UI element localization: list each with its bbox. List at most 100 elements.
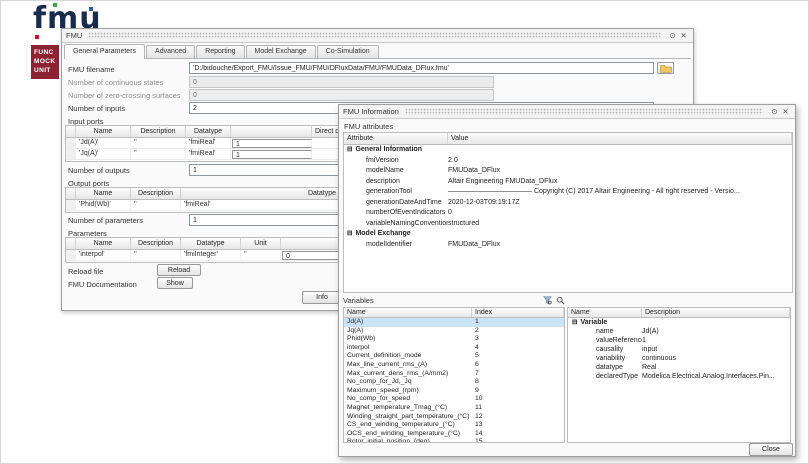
close-button[interactable]: Close [749, 443, 793, 456]
variable-name: Current_definition_mode [344, 352, 472, 361]
column-header: Datatype [181, 238, 241, 249]
num-inputs-label: Number of inputs [68, 104, 125, 113]
float-window-icon[interactable]: ⊙ [769, 106, 780, 118]
search-icon[interactable] [556, 296, 565, 305]
variable-row[interactable]: Magnet_temperature_Tmag_(°C) 11 [344, 404, 564, 413]
close-window-icon[interactable]: ✕ [678, 30, 689, 42]
reload-file-label: Reload file [68, 267, 103, 276]
detail-row[interactable]: datatype Real [568, 363, 790, 372]
variable-row[interactable]: Maximum_speed_(rpm) 9 [344, 387, 564, 396]
port-name: 'Phid(Wb)' [76, 200, 131, 210]
num-parameters-label: Number of parameters [68, 216, 143, 225]
variables-list: Name Index Jd(A) 1 Jq(A) 2 Phid(Wb) 3 in… [343, 307, 565, 443]
row-selector [66, 149, 76, 159]
attribute-row[interactable]: ⊟Model Exchange [344, 229, 792, 240]
expander-icon[interactable]: ⊟ [572, 319, 577, 326]
variable-name: Magnet_temperature_Tmag_(°C) [344, 404, 472, 413]
logo-block-line: FUNC [34, 48, 59, 57]
attribute-row[interactable]: modelName FMUData_DFlux [344, 166, 792, 177]
float-window-icon[interactable]: ⊙ [667, 30, 678, 42]
variable-index: 5 [472, 352, 564, 361]
variable-row[interactable]: Max_line_current_rms_(A) 6 [344, 361, 564, 370]
attribute-row[interactable]: ⊟General Information [344, 145, 792, 156]
variable-row[interactable]: Winding_straight_part_temperature_(°C) 1… [344, 413, 564, 422]
attribute-row[interactable]: modelIdentifier FMUData_DFlux [344, 240, 792, 251]
detail-value [642, 318, 790, 327]
tab[interactable]: Co-Simulation [317, 45, 379, 58]
variable-row[interactable]: Max_current_dens_rms_(A/mm2) 7 [344, 370, 564, 379]
variable-row[interactable]: Jd(A) 1 [344, 318, 564, 327]
attribute-row[interactable]: generationTool ———————————— Copyright (C… [344, 187, 792, 198]
attribute-name: modelIdentifier [366, 241, 412, 248]
variable-row[interactable]: Jq(A) 2 [344, 327, 564, 336]
info-button[interactable]: Info [302, 291, 342, 304]
tab-label: Co-Simulation [326, 48, 370, 55]
variable-row[interactable]: OCS_end_winding_temperature_(°C) 14 [344, 430, 564, 439]
port-name: 'Jq(A)' [76, 149, 131, 159]
column-header: Description [642, 308, 790, 317]
attribute-row[interactable]: variableNamingConvention structured [344, 219, 792, 230]
start-value-cell[interactable]: 1 [232, 150, 312, 159]
detail-name: datatype [596, 364, 623, 371]
detail-row[interactable]: name Jd(A) [568, 327, 790, 336]
row-selector [66, 200, 76, 210]
info-window-titlebar[interactable]: FMU Information ⊙ ✕ [339, 105, 795, 119]
attribute-name: description [366, 178, 400, 185]
expander-icon[interactable]: ⊟ [347, 230, 352, 237]
filter-search-icon[interactable] [543, 296, 552, 305]
tab[interactable]: Model Exchange [246, 45, 316, 58]
attribute-value: 2020-12-03T09:19:17Z [448, 198, 792, 209]
fmu-filename-input[interactable] [189, 62, 654, 74]
detail-row[interactable]: valueReference 1 [568, 336, 790, 345]
tab[interactable]: Advanced [146, 45, 195, 58]
logo-block-line: UNIT [34, 66, 59, 75]
detail-value: Jd(A) [642, 327, 790, 336]
column-header: Attribute [344, 133, 448, 144]
detail-name: declaredType [596, 373, 638, 380]
attribute-row[interactable]: fmiVersion 2.0 [344, 156, 792, 167]
browse-button[interactable] [657, 62, 674, 74]
variable-row[interactable]: CS_end_winding_temperature_(°C) 13 [344, 421, 564, 430]
attribute-row[interactable]: description Altair Engineering FMUData_D… [344, 177, 792, 188]
attribute-name: General Information [355, 146, 422, 153]
variable-name: interpol [344, 344, 472, 353]
detail-name: causality [596, 346, 623, 353]
detail-row[interactable]: causality input [568, 345, 790, 354]
variable-row[interactable]: interpol 4 [344, 344, 564, 353]
variable-name: Rotor_initial_position_(deg) [344, 438, 472, 443]
fmu-attributes-label: FMU attributes [344, 122, 393, 131]
show-button[interactable]: Show [157, 277, 193, 289]
tab[interactable]: Reporting [196, 45, 244, 58]
variable-row[interactable]: Current_definition_mode 5 [344, 352, 564, 361]
variable-index: 10 [472, 395, 564, 404]
port-description: '' [131, 149, 186, 159]
variables-label: Variables [343, 296, 374, 305]
attribute-value: 0 [448, 208, 792, 219]
expander-icon[interactable]: ⊟ [347, 146, 352, 153]
attribute-row[interactable]: generationDateAndTime 2020-12-03T09:19:1… [344, 198, 792, 209]
tab-label: Advanced [155, 48, 186, 55]
detail-row[interactable]: declaredType Modelica.Electrical.Analog.… [568, 372, 790, 381]
detail-row[interactable]: ⊟Variable [568, 318, 790, 327]
variable-row[interactable]: Phid(Wb) 3 [344, 335, 564, 344]
attributes-header: Attribute Value [344, 133, 792, 145]
variable-name: No_comp_for_speed [344, 395, 472, 404]
tab[interactable]: General Parameters [64, 44, 145, 59]
attribute-name: numberOfEventIndicators [366, 209, 445, 216]
variable-row[interactable]: Rotor_initial_position_(deg) 15 [344, 438, 564, 443]
attribute-row[interactable]: numberOfEventIndicators 0 [344, 208, 792, 219]
fmu-window-titlebar[interactable]: FMU ⊙ ✕ [62, 29, 693, 43]
variable-index: 15 [472, 438, 564, 443]
detail-row[interactable]: variability continuous [568, 354, 790, 363]
variable-index: 9 [472, 387, 564, 396]
port-datatype: 'fmiReal' [186, 138, 231, 148]
start-value-cell[interactable]: 1 [232, 139, 312, 148]
variable-row[interactable]: No_comp_for_Jd,_Jq 8 [344, 378, 564, 387]
close-window-icon[interactable]: ✕ [780, 106, 791, 118]
variable-index: 2 [472, 327, 564, 336]
logo-accent-blue-icon [89, 7, 93, 11]
variable-name: Jq(A) [344, 327, 472, 336]
variable-row[interactable]: No_comp_for_speed 10 [344, 395, 564, 404]
reload-button[interactable]: Reload [157, 264, 201, 276]
variables-header-bar: Variables [343, 295, 565, 306]
